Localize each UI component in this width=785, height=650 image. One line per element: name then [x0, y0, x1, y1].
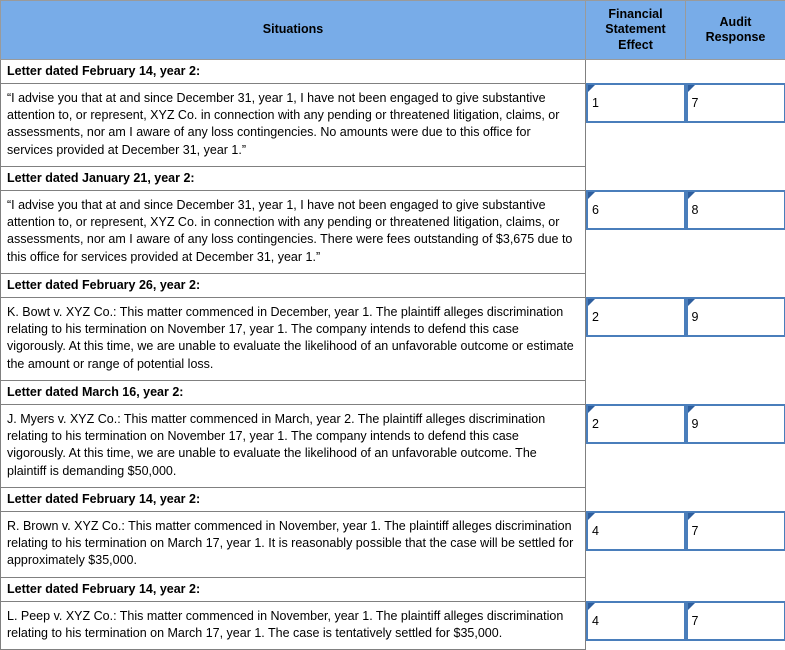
audit-response-cell[interactable]: 9: [686, 297, 785, 380]
financial-statement-effect-value: 6: [592, 204, 599, 217]
letter-row-blank-ar: [686, 166, 785, 190]
situation-text: L. Peep v. XYZ Co.: This matter commence…: [1, 601, 586, 650]
financial-statement-effect-dropdown[interactable]: 6: [586, 190, 686, 230]
letter-date-label: Letter dated February 14, year 2:: [1, 487, 586, 511]
dropdown-corner-marker-icon: [688, 513, 695, 520]
audit-response-dropdown[interactable]: 7: [686, 83, 785, 123]
letter-date-label: Letter dated February 14, year 2:: [1, 577, 586, 601]
dropdown-corner-marker-icon: [688, 406, 695, 413]
audit-response-cell[interactable]: 7: [686, 83, 785, 166]
situation-text: R. Brown v. XYZ Co.: This matter commenc…: [1, 511, 586, 577]
audit-response-value: 7: [692, 97, 699, 110]
financial-statement-effect-value: 1: [592, 97, 599, 110]
column-header-audit-response: Audit Response: [686, 1, 785, 60]
financial-statement-effect-value: 4: [592, 615, 599, 628]
letter-row-blank-ar: [686, 577, 785, 601]
financial-statement-effect-cell[interactable]: 4: [586, 511, 686, 577]
header-line-1: Financial: [608, 7, 662, 21]
financial-statement-effect-dropdown[interactable]: 4: [586, 511, 686, 551]
situation-text: K. Bowt v. XYZ Co.: This matter commence…: [1, 297, 586, 380]
audit-response-value: 7: [692, 525, 699, 538]
letter-date-row: Letter dated February 14, year 2:: [1, 577, 785, 601]
dropdown-corner-marker-icon: [688, 299, 695, 306]
financial-statement-effect-dropdown[interactable]: 2: [586, 297, 686, 337]
dropdown-corner-marker-icon: [588, 406, 595, 413]
audit-response-value: 9: [692, 418, 699, 431]
audit-response-value: 8: [692, 204, 699, 217]
table-row: L. Peep v. XYZ Co.: This matter commence…: [1, 601, 785, 650]
audit-response-dropdown[interactable]: 8: [686, 190, 785, 230]
table-row: R. Brown v. XYZ Co.: This matter commenc…: [1, 511, 785, 577]
audit-response-cell[interactable]: 9: [686, 404, 785, 487]
financial-statement-effect-value: 2: [592, 418, 599, 431]
header-line-3: Effect: [618, 38, 653, 52]
letter-date-label: Letter dated February 14, year 2:: [1, 59, 586, 83]
letter-row-blank-fse: [586, 59, 686, 83]
letter-date-label: Letter dated January 21, year 2:: [1, 166, 586, 190]
audit-response-dropdown[interactable]: 7: [686, 511, 785, 551]
table-row: J. Myers v. XYZ Co.: This matter commenc…: [1, 404, 785, 487]
letter-date-label: Letter dated February 26, year 2:: [1, 273, 586, 297]
financial-statement-effect-dropdown[interactable]: 4: [586, 601, 686, 641]
table-row: “I advise you that at and since December…: [1, 190, 785, 273]
letter-date-label: Letter dated March 16, year 2:: [1, 380, 586, 404]
financial-statement-effect-cell[interactable]: 4: [586, 601, 686, 650]
financial-statement-effect-dropdown[interactable]: 2: [586, 404, 686, 444]
letter-row-blank-fse: [586, 380, 686, 404]
table-row: “I advise you that at and since December…: [1, 83, 785, 166]
dropdown-corner-marker-icon: [588, 603, 595, 610]
letter-row-blank-fse: [586, 577, 686, 601]
audit-response-cell[interactable]: 7: [686, 511, 785, 577]
financial-statement-effect-value: 2: [592, 311, 599, 324]
dropdown-corner-marker-icon: [688, 603, 695, 610]
financial-statement-effect-dropdown[interactable]: 1: [586, 83, 686, 123]
letter-row-blank-ar: [686, 380, 785, 404]
audit-response-dropdown[interactable]: 7: [686, 601, 785, 641]
financial-statement-effect-cell[interactable]: 2: [586, 404, 686, 487]
dropdown-corner-marker-icon: [588, 192, 595, 199]
dropdown-corner-marker-icon: [688, 85, 695, 92]
audit-response-value: 9: [692, 311, 699, 324]
audit-response-dropdown[interactable]: 9: [686, 297, 785, 337]
letter-row-blank-fse: [586, 487, 686, 511]
letter-date-row: Letter dated February 14, year 2:: [1, 487, 785, 511]
dropdown-corner-marker-icon: [588, 513, 595, 520]
audit-response-dropdown[interactable]: 9: [686, 404, 785, 444]
column-header-situations: Situations: [1, 1, 586, 60]
financial-statement-effect-value: 4: [592, 525, 599, 538]
situations-table: Situations Financial Statement Effect Au…: [0, 0, 785, 650]
dropdown-corner-marker-icon: [588, 299, 595, 306]
header-line-2: Response: [706, 30, 766, 44]
table-body: Letter dated February 14, year 2: “I adv…: [1, 59, 785, 649]
letter-row-blank-ar: [686, 59, 785, 83]
dropdown-corner-marker-icon: [688, 192, 695, 199]
letter-row-blank-ar: [686, 487, 785, 511]
header-line-1: Audit: [720, 15, 752, 29]
audit-response-cell[interactable]: 8: [686, 190, 785, 273]
dropdown-corner-marker-icon: [588, 85, 595, 92]
letter-row-blank-fse: [586, 273, 686, 297]
situation-text: “I advise you that at and since December…: [1, 190, 586, 273]
table-row: K. Bowt v. XYZ Co.: This matter commence…: [1, 297, 785, 380]
financial-statement-effect-cell[interactable]: 2: [586, 297, 686, 380]
letter-date-row: Letter dated January 21, year 2:: [1, 166, 785, 190]
situation-text: “I advise you that at and since December…: [1, 83, 586, 166]
letter-date-row: Letter dated March 16, year 2:: [1, 380, 785, 404]
financial-statement-effect-cell[interactable]: 6: [586, 190, 686, 273]
letter-date-row: Letter dated February 26, year 2:: [1, 273, 785, 297]
audit-response-value: 7: [692, 615, 699, 628]
letter-row-blank-fse: [586, 166, 686, 190]
financial-statement-effect-cell[interactable]: 1: [586, 83, 686, 166]
situation-text: J. Myers v. XYZ Co.: This matter commenc…: [1, 404, 586, 487]
letter-row-blank-ar: [686, 273, 785, 297]
header-line-2: Statement: [605, 22, 665, 36]
audit-response-cell[interactable]: 7: [686, 601, 785, 650]
table-header-row: Situations Financial Statement Effect Au…: [1, 1, 785, 60]
column-header-financial-statement-effect: Financial Statement Effect: [586, 1, 686, 60]
letter-date-row: Letter dated February 14, year 2:: [1, 59, 785, 83]
